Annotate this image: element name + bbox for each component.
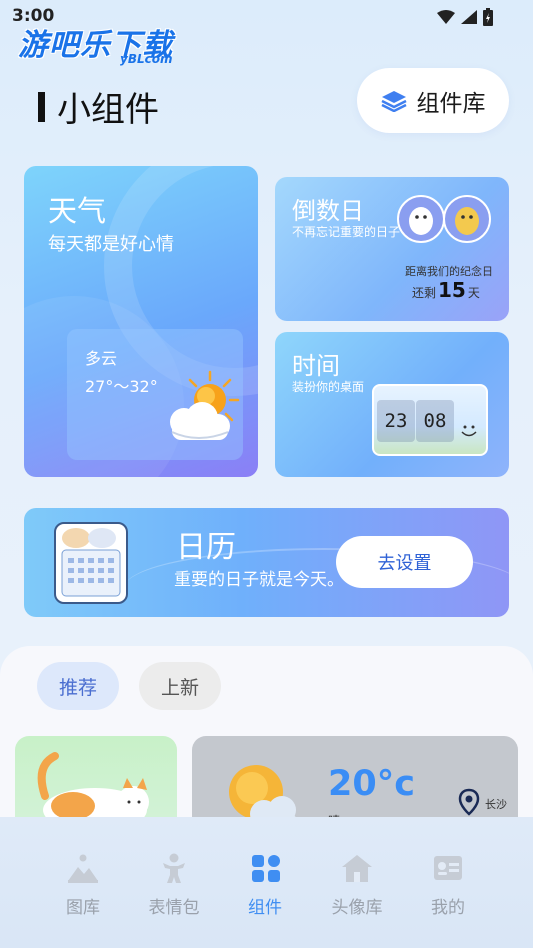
calendar-widget-card[interactable]: 日历 重要的日子就是今天。 去设置 [24, 508, 509, 617]
tab-widgets-label: 组件 [248, 898, 282, 918]
battery-icon [483, 8, 493, 26]
widgets-icon [252, 855, 280, 882]
gallery-icon [68, 854, 98, 883]
profile-card-icon [434, 856, 462, 880]
calendar-icon [61, 528, 121, 597]
page-title: 小组件 [57, 90, 159, 130]
wifi-icon [437, 10, 455, 24]
widget-library-button[interactable]: 组件库 [357, 68, 509, 133]
time-widget-card[interactable]: 时间 装扮你的桌面 23 08 [275, 332, 509, 477]
clock-preview: 23 08 [372, 384, 488, 456]
tab-profile-label: 我的 [431, 898, 465, 918]
title-accent-bar [38, 91, 45, 122]
calendar-illustration [54, 522, 128, 604]
countdown-widget-card[interactable]: 倒数日 不再忘记重要的日子 距离我们的纪念日 还剩 15 天 [275, 177, 509, 321]
status-icons [437, 8, 493, 26]
signal-icon [461, 10, 477, 24]
chip-recommend[interactable]: 推荐 [37, 662, 119, 710]
calendar-card-title: 日历 [176, 530, 236, 565]
tab-emoji-pack-label: 表情包 [148, 898, 200, 918]
sun-cloud-icon [170, 370, 240, 440]
layers-icon [380, 90, 407, 112]
watermark-logo: 游吧乐下载 yBLcom [18, 20, 173, 66]
couple-dogs-illustration [397, 195, 491, 243]
weather-condition: 多云 [85, 349, 118, 368]
preview-temperature: 20°c [328, 764, 415, 804]
preview-city: 长沙 [485, 798, 507, 811]
avatar-library-icon [342, 855, 372, 882]
tab-widgets[interactable]: 组件 [230, 853, 300, 918]
tab-avatar-library[interactable]: 头像库 [322, 853, 392, 918]
countdown-days: 15 [438, 278, 466, 302]
emoji-pack-icon [163, 853, 185, 883]
time-card-title: 时间 [292, 352, 340, 380]
countdown-card-subtitle: 不再忘记重要的日子 [292, 225, 401, 239]
widget-library-label: 组件库 [416, 90, 486, 117]
bottom-tab-bar: 图库 表情包 组件 头像库 我的 [0, 817, 533, 948]
countdown-suffix: 天 [467, 286, 480, 300]
tab-profile[interactable]: 我的 [413, 853, 483, 918]
tab-gallery[interactable]: 图库 [48, 853, 118, 918]
tab-gallery-label: 图库 [66, 898, 100, 918]
chip-new[interactable]: 上新 [139, 662, 221, 710]
smiley-icon [461, 425, 477, 437]
calendar-card-subtitle: 重要的日子就是今天。 [174, 570, 344, 590]
weather-temperature-range: 27°～32° [85, 377, 158, 396]
clock-minute: 08 [416, 400, 454, 442]
time-card-subtitle: 装扮你的桌面 [292, 380, 365, 394]
weather-widget-card[interactable]: 天气 每天都是好心情 多云 27°～32° [24, 166, 258, 477]
tab-emoji-pack[interactable]: 表情包 [139, 853, 209, 918]
countdown-card-title: 倒数日 [292, 197, 364, 225]
page-header: 小组件 [38, 82, 159, 131]
countdown-prefix: 还剩 [412, 286, 437, 300]
clock-hour: 23 [377, 400, 415, 442]
countdown-label: 距离我们的纪念日 [405, 265, 493, 278]
location-pin-icon [458, 788, 480, 816]
countdown-remaining: 还剩 15 天 [412, 278, 480, 302]
calendar-setup-button[interactable]: 去设置 [336, 536, 473, 588]
weather-card-title: 天气 [48, 194, 107, 228]
watermark-sub-text: yBLcom [120, 52, 173, 66]
weather-card-subtitle: 每天都是好心情 [48, 234, 174, 255]
tab-avatar-library-label: 头像库 [331, 898, 383, 918]
